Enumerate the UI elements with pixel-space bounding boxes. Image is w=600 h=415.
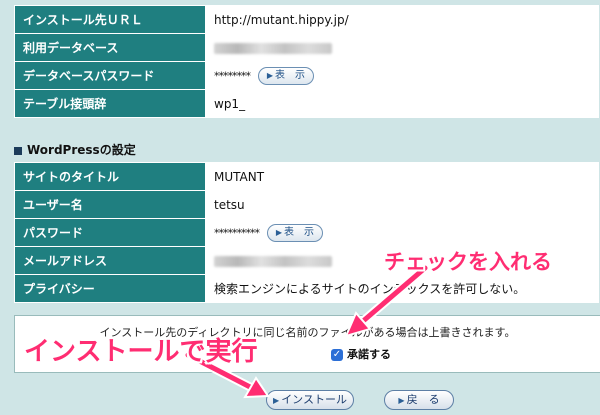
install-arrowhead-icon [243,376,270,399]
back-label: 戻 る [406,393,440,406]
show-db-password-button[interactable]: ▶ 表 示 [257,66,314,85]
table-prefix-value: wp1_ [205,89,599,118]
wordpress-settings-heading: WordPressの設定 [14,141,136,158]
play-arrow-icon: ▶ [275,227,282,237]
db-password-value: ******** ▶ 表 示 [205,61,599,90]
table-row: テーブル接頭辞 wp1_ [14,89,599,118]
play-arrow-icon: ▶ [273,396,280,405]
table-row: データベースパスワード ******** ▶ 表 示 [14,61,599,90]
show-password-button[interactable]: ▶ 表 示 [266,223,323,242]
button-label: 表 示 [274,69,305,81]
install-callout: インストールで実行 [24,337,258,367]
row-label: ユーザー名 [14,190,206,219]
site-title-value: MUTANT [205,162,599,191]
install-button[interactable]: ▶ インストール [266,390,354,410]
database-value [205,33,599,62]
square-bullet-icon [14,146,22,155]
row-label: メールアドレス [14,246,206,275]
table-row: プライバシー 検索エンジンによるサイトのインデックスを許可しない。 [14,274,599,303]
username-value: tetsu [205,190,599,219]
masked-password: ******** [214,69,251,82]
section-title: WordPressの設定 [27,143,136,157]
row-label: プライバシー [14,274,206,303]
button-label: 表 示 [283,226,314,238]
check-icon[interactable]: ✓ [331,349,343,361]
server-settings-table: インストール先ＵＲＬ http://mutant.hippy.jp/ 利用データ… [14,5,599,118]
blurred-text [214,42,332,54]
back-button[interactable]: ▶ 戻 る [384,390,454,410]
row-label: インストール先ＵＲＬ [14,5,206,34]
row-label: パスワード [14,218,206,247]
row-label: 利用データベース [14,33,206,62]
wordpress-settings-table: サイトのタイトル MUTANT ユーザー名 tetsu パスワード ******… [14,162,599,303]
privacy-value: 検索エンジンによるサイトのインデックスを許可しない。 [205,274,599,303]
table-row: サイトのタイトル MUTANT [14,162,599,191]
table-row: パスワード ********** ▶ 表 示 [14,218,599,247]
password-value: ********** ▶ 表 示 [205,218,599,247]
play-arrow-icon: ▶ [398,396,405,405]
agree-label: 承諾する [347,348,391,361]
row-label: データベースパスワード [14,61,206,90]
install-label: インストール [281,393,347,406]
row-label: サイトのタイトル [14,162,206,191]
agree-checkbox[interactable]: ✓ 承諾する [331,346,391,362]
check-callout: チェックを入れる [384,250,552,274]
play-arrow-icon: ▶ [266,70,273,80]
masked-password: ********** [214,226,260,239]
install-url-value: http://mutant.hippy.jp/ [205,5,599,34]
table-row: ユーザー名 tetsu [14,190,599,219]
blurred-text [214,255,332,267]
table-row: インストール先ＵＲＬ http://mutant.hippy.jp/ [14,5,599,34]
row-label: テーブル接頭辞 [14,89,206,118]
table-row: 利用データベース [14,33,599,62]
